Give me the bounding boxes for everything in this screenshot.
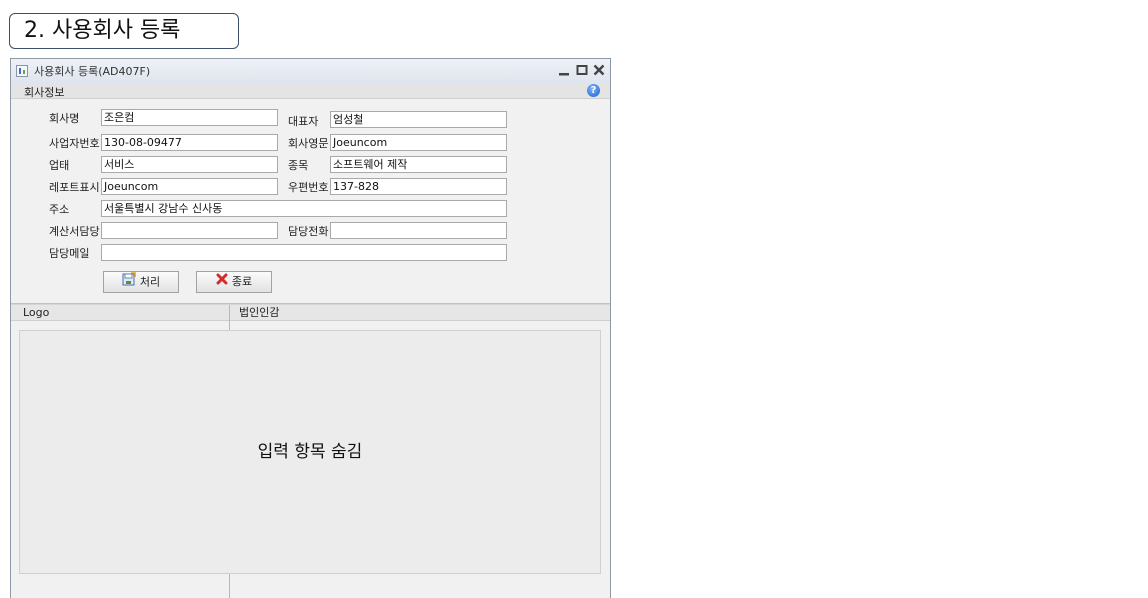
hidden-fields-message: 입력 항목 숨김: [257, 442, 363, 462]
report-display-field[interactable]: Joeuncom: [101, 178, 278, 195]
close-button-label: 종료: [231, 275, 253, 288]
section-title: 2. 사용회사 등록: [9, 13, 239, 49]
close-icon[interactable]: [591, 62, 607, 78]
address-label: 주소: [49, 203, 70, 216]
biz-type-label: 업태: [49, 159, 70, 172]
postal-code-label: 우편번호: [288, 181, 329, 194]
process-button[interactable]: 처리: [103, 271, 179, 293]
address-field[interactable]: 서울특별시 강남수 신사동: [101, 200, 507, 217]
maximize-icon[interactable]: [574, 62, 590, 78]
contact-email-label: 담당메일: [49, 247, 90, 260]
window-title: 사용회사 등록(AD407F): [34, 65, 151, 78]
contact-phone-label: 담당전화: [288, 225, 329, 238]
contact-email-field[interactable]: [101, 244, 507, 261]
save-document-icon: [122, 272, 136, 293]
title-bar[interactable]: 사용회사 등록(AD407F): [11, 59, 610, 84]
tab-corporate-seal-label: 법인인감: [239, 306, 280, 319]
contact-phone-field[interactable]: [330, 222, 507, 239]
english-name-field[interactable]: Joeuncom: [330, 134, 507, 151]
biz-item-field[interactable]: 소프트웨어 제작: [330, 156, 507, 173]
invoice-contact-label: 계산서담당: [49, 225, 100, 238]
hidden-fields-overlay: 입력 항목 숨김: [19, 330, 601, 574]
company-registration-window: 사용회사 등록(AD407F) 회사정보 ? 회사명 조은컴 대표자 엄성철 사…: [10, 58, 611, 598]
tab-logo[interactable]: Logo: [11, 305, 229, 321]
close-button[interactable]: 종료: [196, 271, 272, 293]
app-icon: [16, 65, 28, 77]
biz-item-label: 종목: [288, 159, 309, 172]
english-name-label: 회사영문: [288, 137, 329, 150]
invoice-contact-field[interactable]: [101, 222, 278, 239]
biz-no-label: 사업자번호: [49, 137, 100, 150]
company-name-field[interactable]: 조은컴: [101, 109, 278, 126]
ceo-label: 대표자: [288, 115, 319, 128]
biz-no-field[interactable]: 130-08-09477: [101, 134, 278, 151]
process-button-label: 처리: [139, 275, 161, 289]
tab-corporate-seal[interactable]: 법인인감: [230, 305, 610, 321]
company-info-label: 회사정보: [24, 86, 65, 99]
postal-code-field[interactable]: 137-828: [330, 178, 507, 195]
tab-logo-label: Logo: [23, 306, 50, 319]
biz-type-field[interactable]: 서비스: [101, 156, 278, 173]
report-display-label: 레포트표시: [49, 181, 100, 194]
help-icon[interactable]: ?: [587, 84, 600, 97]
ceo-field[interactable]: 엄성철: [330, 111, 507, 128]
company-name-label: 회사명: [49, 112, 80, 125]
red-x-icon: [216, 272, 228, 292]
minimize-icon[interactable]: [556, 62, 572, 78]
company-info-header: 회사정보 ?: [11, 83, 610, 99]
